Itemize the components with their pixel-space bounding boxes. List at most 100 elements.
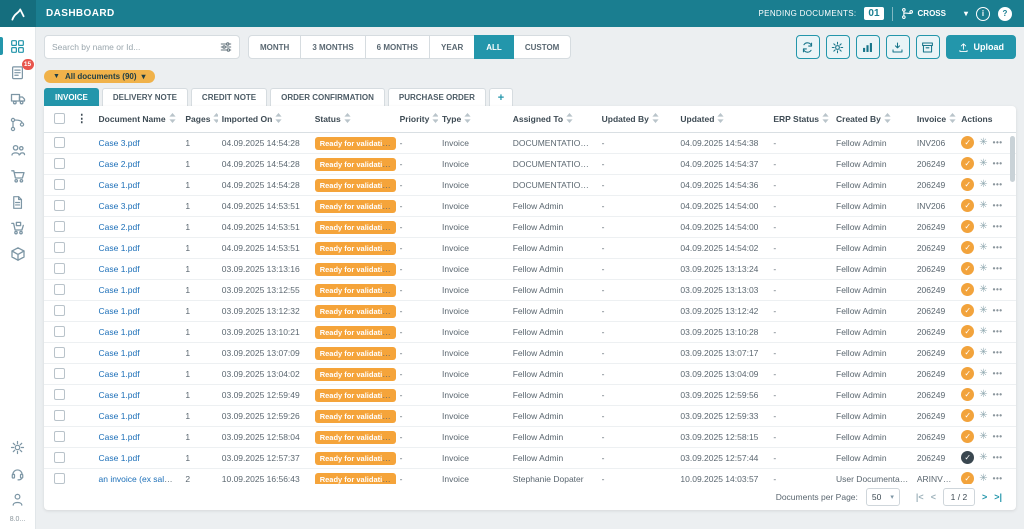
- more-actions-icon[interactable]: •••: [993, 390, 1003, 399]
- row-checkbox[interactable]: [54, 368, 65, 379]
- document-name-link[interactable]: Case 3.pdf: [99, 138, 140, 148]
- row-checkbox[interactable]: [54, 221, 65, 232]
- col-imported-on[interactable]: Imported On: [218, 106, 311, 132]
- row-checkbox[interactable]: [54, 284, 65, 295]
- table-row[interactable]: Case 1.pdf 1 03.09.2025 13:13:16 Ready f…: [44, 258, 1016, 279]
- row-checkbox[interactable]: [54, 242, 65, 253]
- more-actions-icon[interactable]: •••: [993, 201, 1003, 210]
- table-row[interactable]: Case 1.pdf 1 03.09.2025 12:59:26 Ready f…: [44, 405, 1016, 426]
- table-row[interactable]: Case 1.pdf 1 03.09.2025 13:10:21 Ready f…: [44, 321, 1016, 342]
- info-icon[interactable]: i: [976, 7, 990, 21]
- settings-button[interactable]: [826, 35, 850, 59]
- range-all[interactable]: ALL: [474, 35, 514, 59]
- validate-icon[interactable]: ✓: [961, 430, 974, 443]
- sidebar-item-settings[interactable]: [0, 434, 36, 460]
- analytics-button[interactable]: [856, 35, 880, 59]
- col-assigned-to[interactable]: Assigned To: [509, 106, 598, 132]
- row-checkbox[interactable]: [54, 179, 65, 190]
- row-checkbox[interactable]: [54, 452, 65, 463]
- more-actions-icon[interactable]: •••: [993, 348, 1003, 357]
- range-year[interactable]: YEAR: [429, 35, 475, 59]
- prev-page-button[interactable]: <: [931, 492, 936, 502]
- erp-transfer-icon[interactable]: ✳: [979, 158, 987, 169]
- more-actions-icon[interactable]: •••: [993, 243, 1003, 252]
- sidebar-item-dashboard[interactable]: [0, 33, 36, 59]
- sidebar-item-support[interactable]: [0, 460, 36, 486]
- row-checkbox[interactable]: [54, 305, 65, 316]
- document-name-link[interactable]: Case 1.pdf: [99, 285, 140, 295]
- erp-transfer-icon[interactable]: ✳: [979, 368, 987, 379]
- filter-sliders-icon[interactable]: [220, 41, 232, 53]
- validate-icon[interactable]: ✓: [961, 367, 974, 380]
- per-page-select[interactable]: 50 ▾: [866, 488, 900, 506]
- more-actions-icon[interactable]: •••: [993, 474, 1003, 483]
- table-row[interactable]: Case 1.pdf 1 04.09.2025 14:54:28 Ready f…: [44, 174, 1016, 195]
- more-actions-icon[interactable]: •••: [993, 264, 1003, 273]
- document-filter-dropdown[interactable]: ▼ All documents (90) ▾: [44, 70, 155, 83]
- more-actions-icon[interactable]: •••: [993, 180, 1003, 189]
- more-actions-icon[interactable]: •••: [993, 369, 1003, 378]
- document-name-link[interactable]: Case 2.pdf: [99, 159, 140, 169]
- col-updated[interactable]: Updated: [676, 106, 769, 132]
- table-row[interactable]: Case 1.pdf 1 04.09.2025 14:53:51 Ready f…: [44, 237, 1016, 258]
- document-name-link[interactable]: Case 1.pdf: [99, 369, 140, 379]
- col-type[interactable]: Type: [438, 106, 509, 132]
- document-name-link[interactable]: Case 1.pdf: [99, 306, 140, 316]
- table-row[interactable]: Case 3.pdf 1 04.09.2025 14:54:28 Ready f…: [44, 132, 1016, 153]
- row-checkbox[interactable]: [54, 200, 65, 211]
- sidebar-item-profile[interactable]: [0, 486, 36, 512]
- table-row[interactable]: Case 2.pdf 1 04.09.2025 14:53:51 Ready f…: [44, 216, 1016, 237]
- sidebar-item-users[interactable]: [0, 137, 36, 163]
- table-menu-icon[interactable]: ⋮: [76, 113, 87, 125]
- document-name-link[interactable]: Case 1.pdf: [99, 411, 140, 421]
- app-logo[interactable]: [0, 0, 36, 27]
- row-checkbox[interactable]: [54, 137, 65, 148]
- table-row[interactable]: Case 1.pdf 1 03.09.2025 12:59:49 Ready f…: [44, 384, 1016, 405]
- document-name-link[interactable]: an invoice (ex sale)...: [99, 474, 179, 484]
- erp-transfer-icon[interactable]: ✳: [979, 473, 987, 484]
- more-actions-icon[interactable]: •••: [993, 222, 1003, 231]
- more-actions-icon[interactable]: •••: [993, 159, 1003, 168]
- validate-icon[interactable]: ✓: [961, 157, 974, 170]
- row-checkbox[interactable]: [54, 326, 65, 337]
- more-actions-icon[interactable]: •••: [993, 138, 1003, 147]
- validate-icon[interactable]: ✓: [961, 346, 974, 359]
- validate-icon[interactable]: ✓: [961, 220, 974, 233]
- document-name-link[interactable]: Case 1.pdf: [99, 390, 140, 400]
- document-name-link[interactable]: Case 1.pdf: [99, 327, 140, 337]
- document-name-link[interactable]: Case 1.pdf: [99, 180, 140, 190]
- document-name-link[interactable]: Case 1.pdf: [99, 432, 140, 442]
- row-checkbox[interactable]: [54, 473, 65, 484]
- help-icon[interactable]: ?: [998, 7, 1012, 21]
- col-priority[interactable]: Priority: [396, 106, 438, 132]
- export-button[interactable]: [886, 35, 910, 59]
- row-checkbox[interactable]: [54, 389, 65, 400]
- tab-purchase-order[interactable]: PURCHASE ORDER: [388, 88, 486, 106]
- erp-transfer-icon[interactable]: ✳: [979, 326, 987, 337]
- upload-button[interactable]: Upload: [946, 35, 1017, 59]
- sidebar-item-workflow[interactable]: [0, 111, 36, 137]
- add-tab-button[interactable]: +: [489, 88, 513, 106]
- col-invoice[interactable]: Invoice: [913, 106, 957, 132]
- erp-transfer-icon[interactable]: ✳: [979, 410, 987, 421]
- document-name-link[interactable]: Case 2.pdf: [99, 222, 140, 232]
- more-actions-icon[interactable]: •••: [993, 411, 1003, 420]
- more-actions-icon[interactable]: •••: [993, 285, 1003, 294]
- range-3months[interactable]: 3 MONTHS: [300, 35, 365, 59]
- erp-transfer-icon[interactable]: ✳: [979, 242, 987, 253]
- archive-button[interactable]: [916, 35, 940, 59]
- tab-delivery-note[interactable]: DELIVERY NOTE: [102, 88, 188, 106]
- row-checkbox[interactable]: [54, 158, 65, 169]
- first-page-button[interactable]: |<: [916, 492, 924, 502]
- erp-transfer-icon[interactable]: ✳: [979, 137, 987, 148]
- document-name-link[interactable]: Case 1.pdf: [99, 243, 140, 253]
- select-all-checkbox[interactable]: [54, 113, 65, 124]
- col-erp-status[interactable]: ERP Status: [769, 106, 832, 132]
- validate-icon[interactable]: ✓: [961, 409, 974, 422]
- table-row[interactable]: Case 1.pdf 1 03.09.2025 13:12:55 Ready f…: [44, 279, 1016, 300]
- document-name-link[interactable]: Case 3.pdf: [99, 201, 140, 211]
- sidebar-item-procurement[interactable]: [0, 215, 36, 241]
- validate-icon[interactable]: ✓: [961, 325, 974, 338]
- row-checkbox[interactable]: [54, 431, 65, 442]
- table-row[interactable]: Case 1.pdf 1 03.09.2025 13:12:32 Ready f…: [44, 300, 1016, 321]
